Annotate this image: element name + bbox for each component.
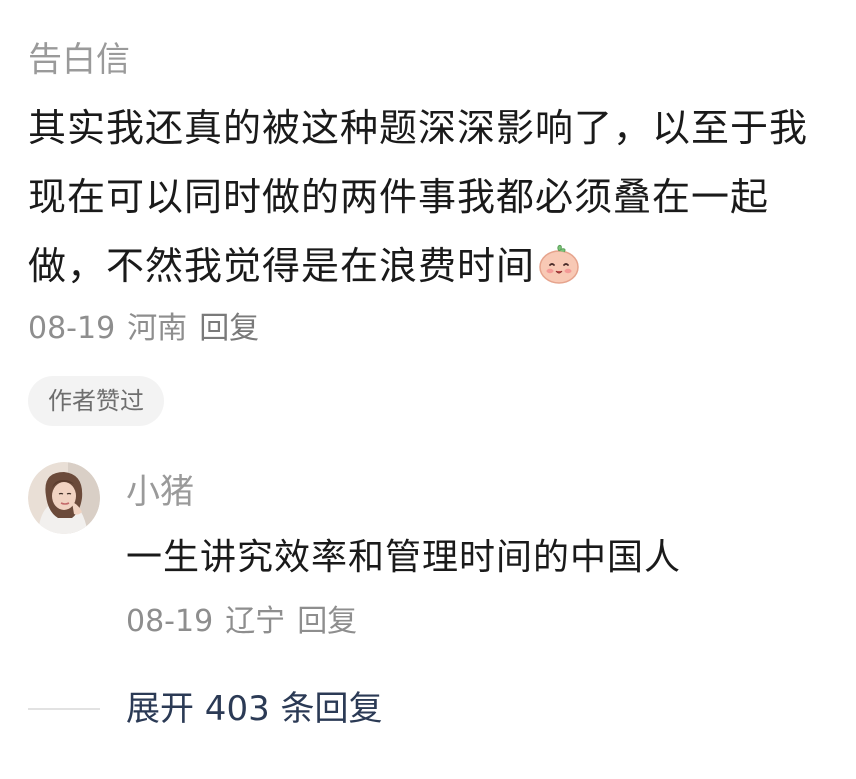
reply-body: 小猪 一生讲究效率和管理时间的中国人 08-19 辽宁 回复 [126,468,826,644]
reply-content: 一生讲究效率和管理时间的中国人 [126,537,682,578]
comment-reply-button[interactable]: 回复 [199,307,259,351]
reply-meta: 08-19 辽宁 回复 [126,600,826,644]
reply-location: 辽宁 [225,604,286,639]
comment: 告白信 其实我还真的被这种题深深影响了，以至于我现在可以同时做的两件事我都必须叠… [28,36,828,351]
reply-date: 08-19 [126,604,214,639]
expand-divider [28,708,100,710]
comment-meta: 08-19 河南 回复 [28,307,828,351]
author-liked-badge: 作者赞过 [28,376,164,426]
avatar[interactable] [28,462,100,534]
comment-username[interactable]: 告白信 [28,36,828,84]
comment-date: 08-19 [28,311,116,346]
expand-replies-button[interactable]: 展开 403 条回复 [126,684,383,734]
smiling-face-emoji-icon [537,238,581,284]
reply-username[interactable]: 小猪 [126,468,826,516]
expand-replies-row[interactable]: 展开 403 条回复 [28,684,828,734]
comment-location: 河南 [127,311,188,346]
comment-text: 其实我还真的被这种题深深影响了，以至于我现在可以同时做的两件事我都必须叠在一起做… [28,106,809,288]
comment-content: 其实我还真的被这种题深深影响了，以至于我现在可以同时做的两件事我都必须叠在一起做… [28,94,828,301]
reply-reply-button[interactable]: 回复 [297,600,357,644]
